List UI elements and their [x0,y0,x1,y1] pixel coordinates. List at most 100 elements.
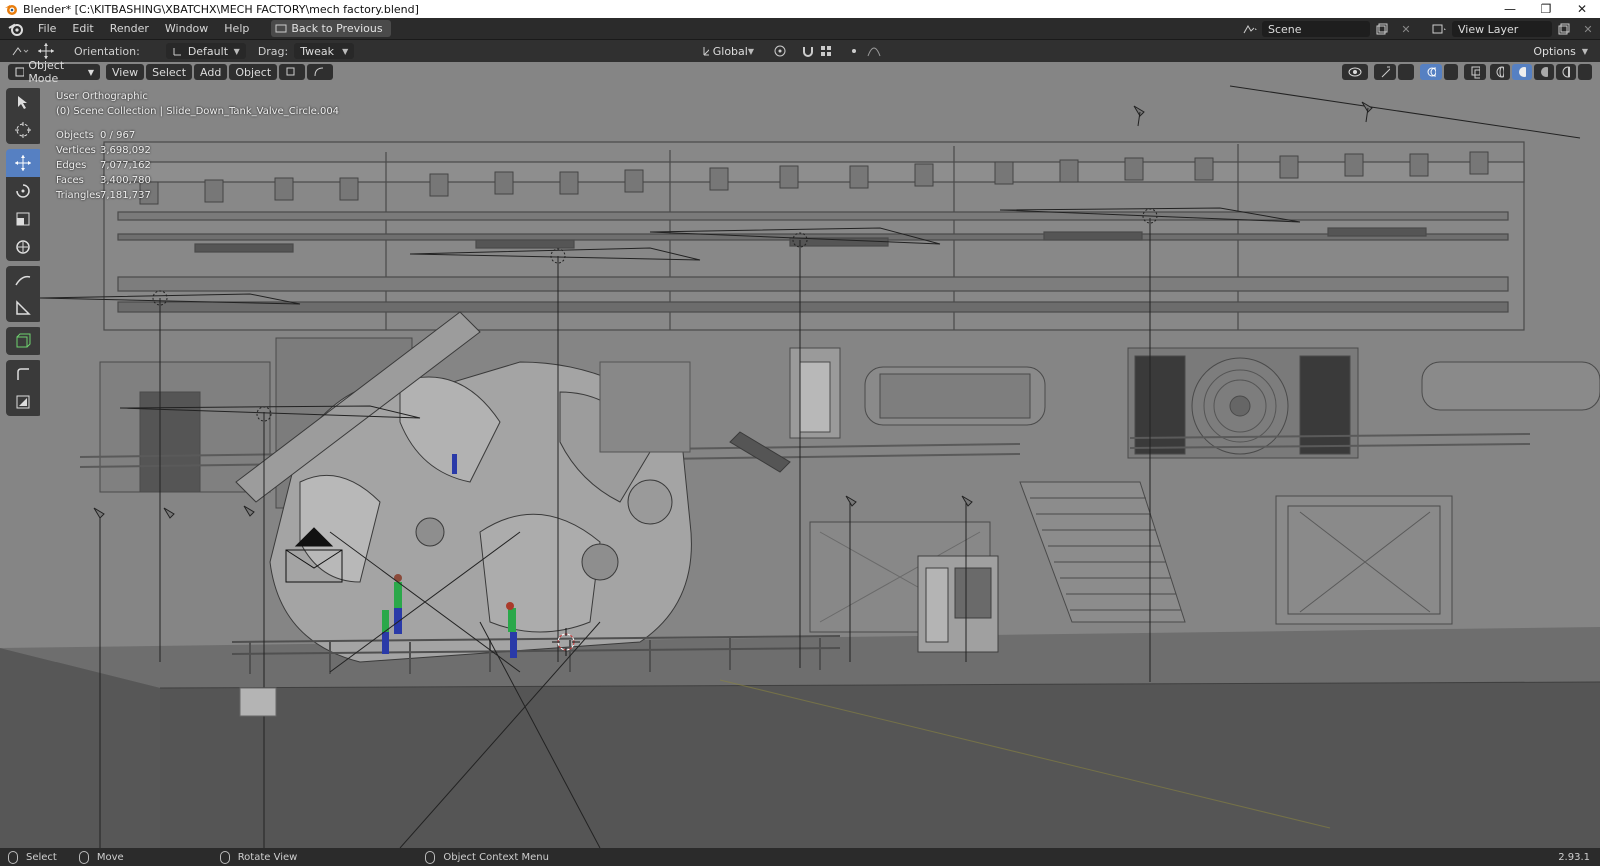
move-tool-settings-icon[interactable] [34,43,58,59]
pivot-point-icon[interactable] [768,43,792,59]
editor-type-icon[interactable] [6,43,34,59]
status-bar: Select Move Rotate View Object Context M… [0,848,1600,866]
menu-window[interactable]: Window [157,18,216,40]
menu-help[interactable]: Help [216,18,257,40]
scale-cage-tool-icon[interactable] [6,388,40,416]
scene-name: Scene [1268,22,1302,36]
top-menubar: File Edit Render Window Help Back to Pre… [0,18,1600,40]
annotate-tool-icon[interactable] [6,266,40,294]
view-layer-field[interactable]: View Layer [1452,21,1552,37]
transform-affect-icon[interactable] [279,64,306,80]
shading-dropdown-icon[interactable] [1578,64,1592,80]
object-mode-label: Object Mode [28,59,65,85]
scene-browse-icon[interactable] [1238,21,1262,37]
rendered-shading-icon[interactable] [1556,64,1576,80]
options-dropdown[interactable]: Options ▼ [1527,43,1594,59]
add-cube-tool-icon[interactable] [6,327,40,355]
stat-value: 7,077,162 [100,160,151,171]
view-layer-browse-icon[interactable] [1428,21,1452,37]
orientation-dropdown[interactable]: Default ▼ [165,43,246,59]
viewport-info-overlay: User Orthographic (0) Scene Collection |… [56,89,339,119]
mouse-drag-icon [78,850,89,864]
measure-tool-icon[interactable] [6,294,40,322]
new-view-layer-icon[interactable] [1552,21,1576,37]
hint-label: Rotate View [237,851,298,863]
window-title: Blender* [C:\KITBASHING\XBATCHX\MECH FAC… [23,2,419,16]
snap-target-icon[interactable] [307,64,334,80]
mouse-right-icon [425,850,436,864]
view-layer-name: View Layer [1458,22,1519,36]
menu-render[interactable]: Render [102,18,157,40]
object-menu-label: Object [235,65,272,79]
stat-value: 3,400,780 [100,175,151,186]
drag-label: Drag: [257,44,289,58]
transform-tool-icon[interactable] [6,233,40,261]
gizmo-dropdown-icon[interactable] [1398,64,1414,80]
view-menu-label: View [112,65,139,79]
left-toolbar [6,88,42,421]
transform-orientation-dropdown[interactable]: Global ▼ [696,43,760,59]
blender-menu-icon[interactable] [8,21,24,37]
wireframe-shading-icon[interactable] [1490,64,1510,80]
snap-element-icon[interactable] [814,43,838,59]
3d-viewport[interactable] [0,62,1600,848]
falloff-icon[interactable] [862,43,886,59]
stat-row-objects: Objects 0 / 967 [56,128,151,143]
gizmo-toggle-icon[interactable] [1374,64,1396,80]
menu-edit[interactable]: Edit [64,18,101,40]
close-icon[interactable]: ✕ [1564,0,1600,18]
stat-value: 0 / 967 [100,130,136,141]
chevron-down-icon: ▼ [233,46,240,56]
drag-dropdown[interactable]: Tweak ▼ [294,43,355,59]
solid-shading-icon[interactable] [1512,64,1532,80]
scale-tool-icon[interactable] [6,205,40,233]
stat-row-edges: Edges 7,077,162 [56,158,151,173]
object-mode-dropdown[interactable]: Object Mode ▼ [8,59,100,85]
blender-logo-icon [5,5,17,15]
mouse-middle-icon [219,850,230,864]
stat-row-triangles: Triangles 7,181,737 [56,188,151,203]
object-menu[interactable]: Object [229,64,278,80]
new-scene-icon[interactable] [1370,21,1394,37]
move-tool-icon[interactable] [6,149,40,177]
overlay-toggle-icon[interactable] [1420,64,1442,80]
back-to-previous-button[interactable]: Back to Previous [271,20,391,37]
delete-view-layer-icon[interactable]: ✕ [1576,21,1600,37]
viewport-shading-controls [1342,64,1594,80]
scene-wireframe-render [0,85,1600,848]
rotate-tool-icon[interactable] [6,177,40,205]
stat-value: 7,181,737 [100,190,151,201]
generator-unit [917,555,999,653]
menu-file[interactable]: File [30,18,64,40]
view-name: User Orthographic [56,91,148,102]
status-hint-select: Select [8,850,57,864]
upper-wall-panels [103,141,1525,331]
hint-label: Object Context Menu [443,851,549,863]
shear-tool-icon[interactable] [6,360,40,388]
overlay-dropdown-icon[interactable] [1444,64,1458,80]
xray-toggle-icon[interactable] [1464,64,1486,80]
material-shading-icon[interactable] [1534,64,1554,80]
add-menu[interactable]: Add [194,64,228,80]
minimize-icon[interactable]: — [1492,0,1528,18]
stat-label: Faces [56,175,84,186]
stairs [1019,481,1186,623]
stat-value: 3,698,092 [100,145,151,156]
object-mode-icon [15,67,25,77]
visibility-icon[interactable] [1342,64,1368,80]
screen-icon [275,24,287,32]
hint-label: Select [26,851,57,863]
restore-icon[interactable]: ❐ [1528,0,1564,18]
hint-label: Move [96,851,124,863]
global-axes-icon [703,47,709,56]
delete-scene-icon[interactable]: ✕ [1394,21,1418,37]
mouse-left-icon [8,850,18,864]
orientation-label: Orientation: [74,44,140,58]
select-box-tool-icon[interactable] [6,88,40,116]
scene-name-field[interactable]: Scene [1262,21,1370,37]
cursor-tool-icon[interactable] [6,116,40,144]
select-menu[interactable]: Select [146,64,193,80]
tool-settings-header: Orientation: Default ▼ Drag: Tweak ▼ Glo… [0,40,1600,62]
stat-row-faces: Faces 3,400,780 [56,173,151,188]
view-menu[interactable]: View [106,64,145,80]
